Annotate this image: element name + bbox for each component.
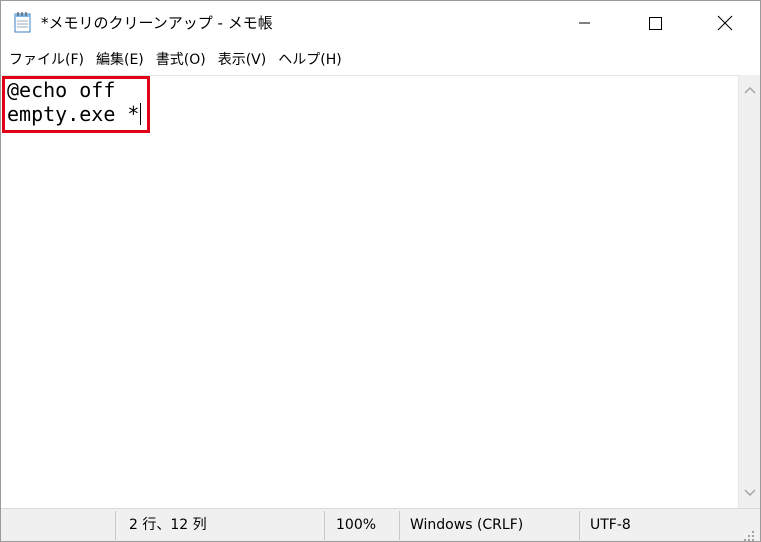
- status-separator: [324, 511, 325, 540]
- minimize-button[interactable]: [562, 1, 608, 45]
- close-icon: [717, 15, 733, 31]
- chevron-up-icon: [744, 87, 756, 94]
- highlight-annotation: [2, 76, 150, 133]
- menu-help[interactable]: ヘルプ(H): [272, 48, 347, 72]
- menu-format[interactable]: 書式(O): [150, 48, 212, 72]
- scroll-down-button[interactable]: [739, 482, 761, 504]
- vertical-scrollbar[interactable]: [738, 75, 760, 508]
- menu-view[interactable]: 表示(V): [212, 48, 273, 72]
- scroll-up-button[interactable]: [739, 79, 761, 101]
- chevron-down-icon: [744, 489, 756, 496]
- maximize-button[interactable]: [632, 1, 678, 45]
- menu-file[interactable]: ファイル(F): [3, 48, 90, 72]
- status-cursor-position: 2 行、12 列: [129, 517, 207, 533]
- status-separator: [399, 511, 400, 540]
- resize-grip-icon[interactable]: [743, 527, 755, 541]
- title-bar[interactable]: *メモリのクリーンアップ - メモ帳: [1, 1, 760, 45]
- maximize-icon: [649, 17, 662, 30]
- notepad-window: *メモリのクリーンアップ - メモ帳 ファイル(F) 編集(E) 書式(O) 表…: [0, 0, 761, 542]
- text-editor[interactable]: @echo off empty.exe *: [1, 75, 738, 508]
- status-bar: 2 行、12 列 100% Windows (CRLF) UTF-8: [1, 508, 760, 541]
- close-button[interactable]: [702, 1, 748, 45]
- status-separator: [115, 511, 116, 540]
- menu-edit[interactable]: 編集(E): [90, 48, 150, 72]
- window-title: *メモリのクリーンアップ - メモ帳: [41, 14, 273, 32]
- status-zoom: 100%: [336, 517, 377, 533]
- status-line-ending: Windows (CRLF): [410, 517, 524, 533]
- status-separator: [579, 511, 580, 540]
- minimize-icon: [579, 22, 590, 24]
- notepad-icon: [13, 11, 33, 33]
- status-encoding: UTF-8: [590, 517, 631, 533]
- menu-bar: ファイル(F) 編集(E) 書式(O) 表示(V) ヘルプ(H): [1, 45, 760, 75]
